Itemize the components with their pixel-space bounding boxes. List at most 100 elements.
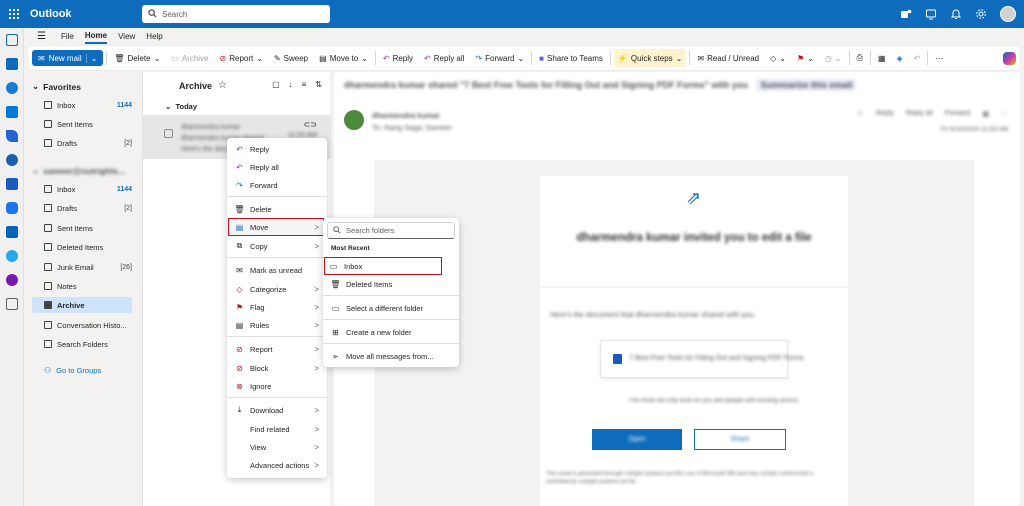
menu-item-reply[interactable]: ↶ Reply [231,141,323,157]
folder-drafts[interactable]: Drafts [2] [32,200,132,216]
favorites-header[interactable]: ⌄ Favorites [32,81,81,92]
chevron-down-icon[interactable]: ⌄ [256,54,263,63]
menu-item-find-related[interactable]: Find related > [231,421,323,437]
share-teams-button[interactable]: ■ Share to Teams [535,49,607,67]
sort-icon[interactable]: ⇅ [315,80,322,89]
folder-inbox[interactable]: Inbox 1144 [32,181,132,197]
folder-search-box[interactable]: Search folders [327,222,455,239]
chevron-down-icon[interactable]: ⌄ [361,54,368,63]
report-button[interactable]: ⊘ Report ⌄ [216,49,267,67]
menu-item-delete[interactable]: 🗑 Delete [231,201,323,217]
menu-item-download[interactable]: ⤓ Download > [231,402,323,418]
chevron-down-icon[interactable]: ⌄ [779,54,786,63]
folder-search-folders[interactable]: Search Folders [32,336,132,352]
calendar-icon[interactable] [6,58,18,70]
folder-search-input[interactable]: Search folders [346,226,394,235]
move-target-inbox[interactable]: ▭ Inbox [324,257,442,275]
copilot-button[interactable] [999,49,1020,67]
folder-archive[interactable]: Archive [32,297,132,313]
menu-item-forward[interactable]: ↷ Forward [231,177,323,193]
categorize-button[interactable]: ◇ ⌄ [766,49,790,67]
summarize-button[interactable]: Summarize this email [756,79,857,91]
favorite-drafts[interactable]: Drafts [2] [32,135,132,151]
read-unread-button[interactable]: ✉ Read / Unread [693,49,763,67]
select-icon[interactable]: ▢ [272,80,280,89]
reply-button[interactable]: Reply [876,110,894,118]
teams-icon[interactable] [900,8,912,20]
emoji-icon[interactable]: ☺ [857,110,864,118]
menu-item-report[interactable]: ⊘ Report > [231,341,323,357]
outlook-icon[interactable] [6,226,18,238]
create-new-folder[interactable]: ⊞ Create a new folder [327,324,451,340]
go-to-groups-link[interactable]: ⚇ Go to Groups [32,362,132,378]
tab-home[interactable]: Home [84,29,108,44]
menu-item-mark-unread[interactable]: ✉ Mark as unread [231,262,323,278]
menu-item-copy[interactable]: ⧉ Copy > [231,238,323,254]
more-apps-icon[interactable] [6,298,18,310]
open-button[interactable]: Open [592,429,682,450]
select-different-folder[interactable]: ▭ Select a different folder [327,300,451,316]
search-box[interactable]: Search [142,5,330,23]
flag-button[interactable]: ⚑ ⌄ [793,49,818,67]
snooze-button[interactable]: ◷ ⌄ [821,49,846,67]
filter-icon[interactable]: ≡ [302,80,307,89]
word-icon[interactable] [6,178,18,190]
menu-item-move[interactable]: ▤ Move > [228,218,324,236]
date-group-header[interactable]: ⌄ Today [165,102,197,111]
chevron-down-icon[interactable]: ⌄ [807,54,814,63]
onedrive-sync-icon[interactable] [6,202,18,214]
jump-icon[interactable]: ↓ [289,80,293,89]
chevron-down-icon[interactable]: ⌄ [154,54,161,63]
org-icon[interactable] [6,154,18,166]
bell-icon[interactable] [950,8,962,20]
favorite-inbox[interactable]: Inbox 1144 [32,97,132,113]
immersive-reader-button[interactable]: ▦ [874,49,890,67]
chevron-down-icon[interactable]: ⌄ [85,53,97,63]
chevron-down-icon[interactable]: ⌄ [517,54,524,63]
chevron-down-icon[interactable]: ⌄ [835,54,842,63]
sweep-button[interactable]: ✎ Sweep [270,49,312,67]
move-to-button[interactable]: ▤ Move to ⌄ [315,49,372,67]
folder-junk-email[interactable]: Junk Email [26] [32,259,132,275]
avatar[interactable] [1000,6,1016,22]
sender-name[interactable]: dharmendra kumar [372,110,452,122]
grid-icon[interactable]: ▦ [982,110,989,118]
share-button[interactable]: Share [694,429,786,450]
folder-sent-items[interactable]: Sent Items [32,220,132,236]
ellipsis-icon[interactable]: ⋯ [1001,110,1008,118]
account-header[interactable]: ⌄ sameer@outrights... [32,165,125,176]
quick-steps-button[interactable]: ⚡ Quick steps ⌄ [613,49,687,67]
forward-button[interactable]: Forward [945,110,971,118]
tab-help[interactable]: Help [146,30,162,43]
move-all-messages[interactable]: ➢ Move all messages from... [327,348,451,364]
menu-item-rules[interactable]: ▤ Rules > [231,317,323,333]
print-button[interactable]: ⎙ [853,49,867,67]
delete-button[interactable]: 🗑 Delete ⌄ [110,49,164,67]
onedrive-icon[interactable] [6,250,18,262]
todo-icon[interactable] [6,130,18,142]
translate-button[interactable]: ◈ [893,49,907,67]
gear-icon[interactable] [975,8,987,20]
new-mail-button[interactable]: ✉ New mail ⌄ [32,50,104,66]
files-icon[interactable] [6,106,18,118]
menu-item-categorize[interactable]: ◇ Categorize > [231,281,323,297]
menu-item-advanced-actions[interactable]: Advanced actions > [231,457,323,473]
whiteboard-icon[interactable] [925,8,937,20]
reply-button[interactable]: ↶ Reply [379,49,417,67]
menu-item-ignore[interactable]: ⊗ Ignore [231,378,323,394]
document-link[interactable]: 7 Best Free Tools for Filling Out and Si… [600,340,804,378]
favorite-sent-items[interactable]: Sent Items [32,116,132,132]
chevron-down-icon[interactable]: ⌄ [676,54,683,63]
menu-item-view[interactable]: View > [231,439,323,455]
forward-button[interactable]: ↷ Forward ⌄ [471,49,528,67]
menu-item-reply-all[interactable]: ↶ Reply all [231,159,323,175]
hamburger-icon[interactable]: ☰ [37,31,46,42]
checkbox[interactable] [164,129,173,138]
move-target-deleted-items[interactable]: 🗑 Deleted Items [327,276,451,292]
folder-conversation-history[interactable]: Conversation Histo... [32,317,132,333]
tab-file[interactable]: File [61,30,74,43]
menu-item-block[interactable]: ⊘ Block > [231,360,323,376]
more-options-button[interactable]: ⋯ [931,49,947,67]
archive-button[interactable]: ▭ Archive [167,49,212,67]
folder-notes[interactable]: Notes [32,278,132,294]
